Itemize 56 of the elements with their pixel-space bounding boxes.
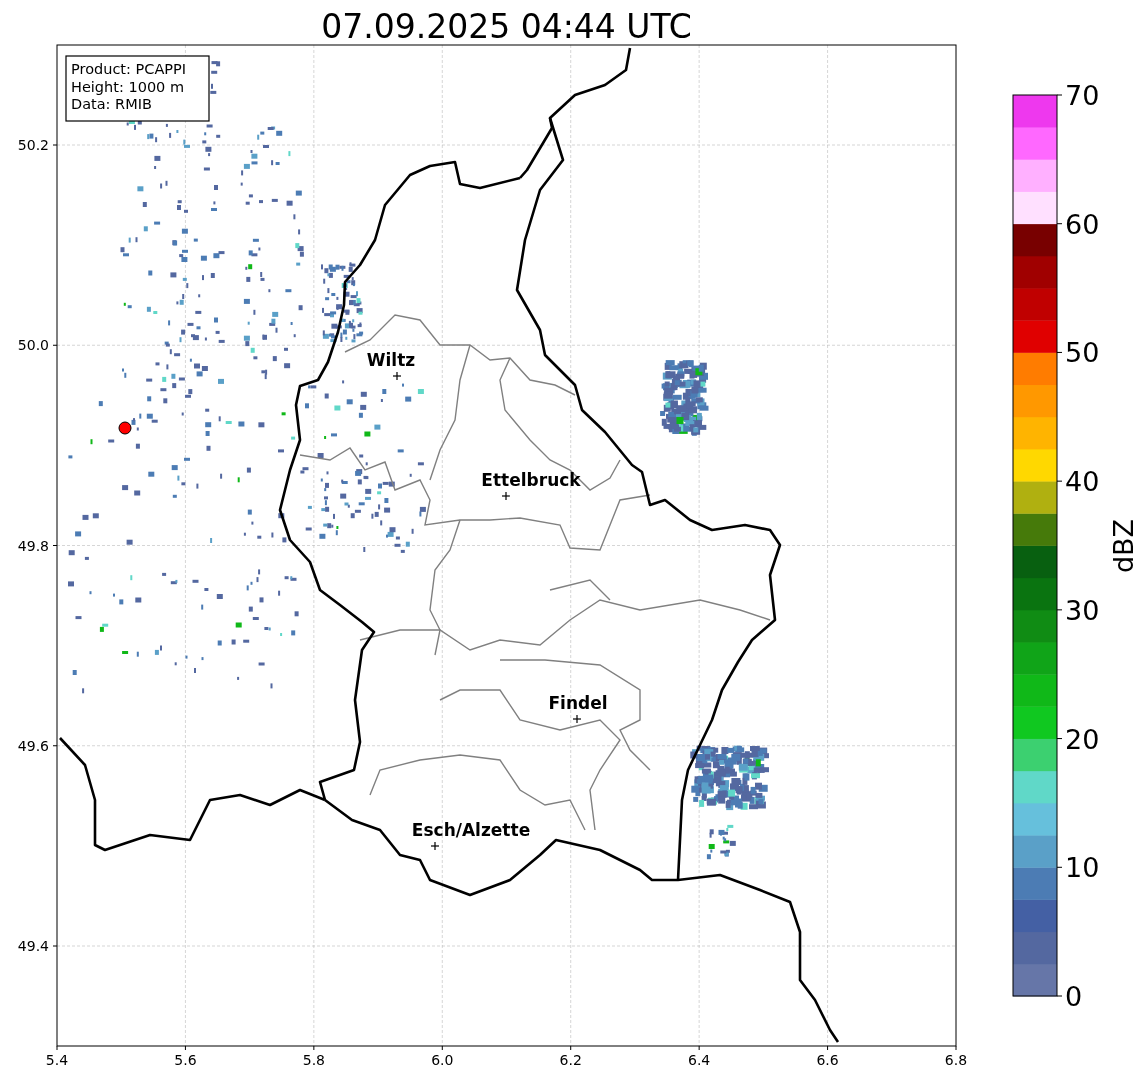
tick-mark [52, 745, 58, 747]
axis-tick-label: 50.2 [17, 137, 49, 153]
colorbar-tick-label: 20 [1065, 723, 1100, 755]
plus-marker-icon [572, 714, 582, 724]
tick-mark [1056, 480, 1063, 482]
tick-mark [56, 1045, 58, 1051]
plus-marker-icon [501, 491, 511, 501]
colorbar-tick-label: 10 [1065, 852, 1100, 884]
axis-tick-label: 49.4 [17, 938, 49, 954]
place-label: Findel [548, 693, 608, 713]
axis-tick-label: 49.8 [17, 537, 49, 554]
colorbar-tick-label: 40 [1065, 466, 1100, 498]
colorbar-tick-label: 30 [1065, 594, 1100, 626]
tick-mark [52, 344, 58, 346]
colorbar-tick-label: 70 [1065, 80, 1100, 111]
axis-tick-label: 5.8 [302, 1052, 325, 1068]
plus-marker-icon [430, 841, 440, 851]
tick-mark [698, 1045, 700, 1051]
tick-mark [1056, 94, 1063, 96]
tick-mark [313, 1045, 315, 1051]
place-label: Wiltz [366, 350, 416, 370]
axis-tick-label: 6.0 [431, 1052, 454, 1068]
tick-mark [570, 1045, 572, 1051]
colorbar-tick-label: 60 [1065, 208, 1100, 240]
axis-tick-label: 50.0 [17, 337, 49, 354]
axis-tick-label: 6.8 [944, 1052, 968, 1068]
place-label: Esch/Alzette [411, 820, 531, 840]
axis-tick-label: 49.6 [17, 737, 49, 754]
place-label: Ettelbruck [481, 470, 581, 490]
info-text: Data: RMIB [71, 96, 152, 112]
radar-site-marker [118, 421, 132, 435]
tick-mark [52, 545, 58, 546]
info-text: Product: PCAPPI [71, 61, 187, 77]
tick-mark [827, 1045, 829, 1051]
tick-mark [1056, 223, 1063, 225]
axis-tick-label: 6.6 [816, 1052, 839, 1068]
chart-title: 07.09.2025 04:44 UTC [321, 7, 692, 46]
tick-mark [955, 1045, 957, 1051]
axis-tick-label: 6.2 [559, 1052, 582, 1068]
plus-marker-icon [392, 371, 402, 381]
colorbar-tick-label: 0 [1065, 981, 1083, 1012]
tick-mark [1056, 866, 1063, 868]
tick-mark [52, 945, 58, 947]
tick-mark [184, 1045, 186, 1051]
tick-mark [1056, 609, 1063, 611]
tick-mark [52, 144, 58, 146]
info-text: Height: 1000 m [71, 78, 185, 95]
axis-tick-label: 5.6 [174, 1052, 197, 1068]
tick-mark [441, 1045, 443, 1051]
colorbar-tick-label: 50 [1065, 337, 1100, 369]
tick-mark [1056, 995, 1063, 997]
axis-tick-label: 5.4 [45, 1052, 69, 1068]
tick-mark [1056, 738, 1063, 740]
axis-tick-label: 6.4 [688, 1052, 711, 1068]
colorbar-label: dBZ [1108, 518, 1139, 574]
tick-mark [1056, 351, 1063, 353]
